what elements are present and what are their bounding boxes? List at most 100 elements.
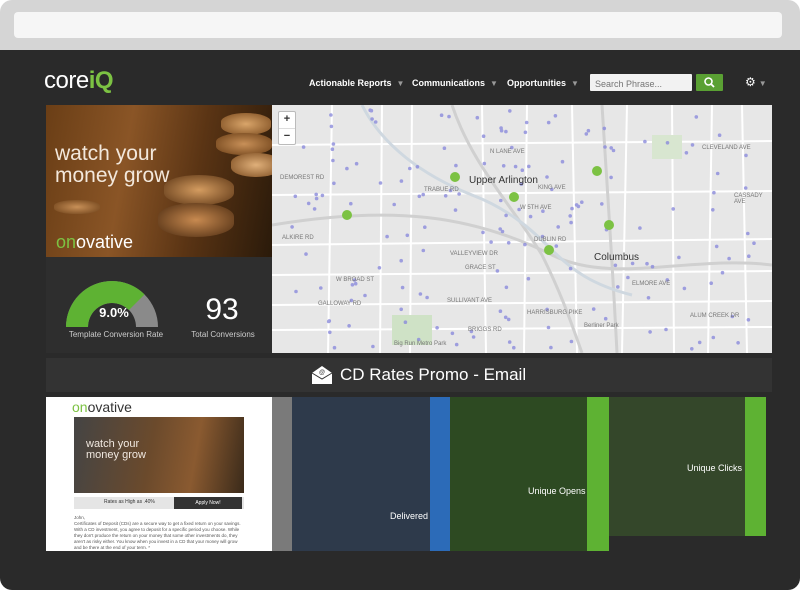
map-data-dot — [369, 108, 374, 113]
map-data-dot — [425, 295, 429, 300]
nav-opportunities[interactable]: Opportunities ▼ — [507, 78, 579, 88]
map-data-dot — [638, 226, 642, 230]
brand-accent: on — [72, 399, 88, 415]
app-logo[interactable]: coreiQ — [44, 67, 114, 95]
search-input[interactable] — [590, 75, 696, 93]
map-data-dot — [584, 132, 589, 136]
map-data-dot — [506, 241, 511, 245]
map-data-dot — [714, 244, 719, 249]
map-data-dot — [711, 335, 716, 340]
map-data-dot — [503, 315, 508, 320]
map-data-dot — [417, 194, 422, 199]
coin-stack-image — [164, 175, 234, 205]
map-data-dot — [569, 339, 574, 344]
nav-actionable-reports[interactable]: Actionable Reports ▼ — [309, 78, 404, 88]
map-data-dot — [454, 163, 458, 168]
map-data-dot — [643, 139, 647, 144]
map-data-dot — [554, 244, 559, 248]
map-data-dot — [508, 109, 512, 113]
coin-image — [54, 200, 100, 214]
map-data-dot — [520, 168, 525, 172]
map-data-dot — [746, 318, 751, 322]
funnel-clicks-bar[interactable] — [745, 397, 766, 536]
map-data-dot — [331, 142, 336, 146]
map-data-dot — [523, 242, 527, 247]
map-data-dot — [499, 128, 504, 133]
map-data-dot — [528, 214, 533, 219]
address-bar[interactable] — [14, 12, 782, 38]
map-label: TRABUE RD — [424, 187, 459, 193]
map-data-dot — [501, 164, 506, 168]
map-data-dot — [453, 208, 458, 212]
map-data-dot — [591, 307, 596, 311]
nav-label: Actionable Reports — [309, 78, 392, 88]
map-label: DEMOREST RD — [280, 175, 325, 181]
map-data-dot — [481, 134, 486, 138]
funnel-label-delivered: Delivered — [390, 511, 429, 521]
chevron-down-icon: ▼ — [490, 79, 498, 88]
map-data-dot — [752, 241, 756, 245]
map-data-dot — [570, 206, 574, 211]
coin-stack-image — [221, 113, 271, 135]
funnel-opens-area — [450, 397, 587, 551]
promo-headline-line2: money grow — [55, 164, 170, 187]
map-data-dot — [319, 286, 323, 290]
map-data-dot — [332, 345, 337, 350]
email-preview[interactable]: onovative watch your money grow Rates as… — [46, 397, 272, 551]
map-label: ALUM CREEK DR — [690, 313, 740, 319]
map-data-dot — [489, 240, 493, 244]
chevron-down-icon: ▼ — [571, 79, 579, 88]
chevron-down-icon: ▼ — [396, 79, 405, 88]
apply-now-button[interactable]: Apply Now! — [174, 497, 242, 509]
email-banner-image: watch your money grow — [74, 417, 244, 493]
conversion-stats: 9.0% Template Conversion Rate 93 Total C… — [46, 257, 272, 353]
map-panel[interactable]: + − Upper Arlington Columbus Big Run Met… — [272, 105, 772, 353]
map-data-dot — [504, 129, 508, 134]
zoom-out-button[interactable]: − — [279, 129, 295, 145]
funnel-opens-bar[interactable] — [587, 397, 609, 551]
conversion-rate-value: 9.0% — [99, 305, 129, 320]
funnel-delivered-bar[interactable] — [430, 397, 450, 551]
funnel-delivered-area — [292, 397, 430, 551]
search-button[interactable] — [696, 74, 723, 91]
map-data-dot — [611, 148, 616, 153]
map-data-dot — [648, 330, 652, 334]
map-data-dot — [545, 175, 549, 179]
email-brand-logo: onovative — [72, 399, 132, 415]
map-label: N LANE AVE — [490, 149, 525, 155]
map-data-dot — [350, 283, 355, 287]
conversion-rate-label: Template Conversion Rate — [68, 330, 164, 339]
promo-headline-line1: watch your — [55, 142, 157, 165]
map-label: VALLEYVIEW DR — [450, 251, 498, 257]
map-label: Big Run Metro Park — [394, 341, 447, 347]
onovative-logo: onovative — [56, 232, 133, 253]
map-data-dot — [454, 342, 459, 347]
map-data-dot — [568, 266, 573, 271]
map-label: GALLOWAY RD — [318, 301, 362, 307]
total-conversions-label: Total Conversions — [191, 330, 255, 339]
coin-stack-image — [216, 133, 272, 155]
brand-rest: ovative — [87, 399, 132, 415]
email-campaign-title: CD Rates Promo - Email — [340, 365, 527, 384]
map-data-dot — [690, 143, 695, 147]
map-data-dot — [328, 330, 332, 335]
map-label: Berliner Park — [584, 323, 619, 329]
map-data-dot — [709, 281, 713, 285]
zoom-in-button[interactable]: + — [279, 112, 295, 129]
map-data-dot — [314, 192, 318, 197]
map-data-dot — [330, 147, 335, 151]
map-data-dot — [664, 327, 668, 332]
map-data-dot — [600, 202, 604, 206]
map-data-dot — [349, 201, 353, 206]
map-data-dot — [373, 120, 378, 124]
map-data-dot — [326, 319, 331, 324]
map-data-dot — [546, 325, 551, 330]
email-banner-headline: watch your money grow — [86, 439, 146, 461]
settings-menu[interactable]: ⚙ ▼ — [745, 75, 767, 89]
map-data-dot — [744, 153, 748, 158]
email-rate-text: Rates as High as .40% — [104, 499, 155, 505]
map-data-dot — [331, 158, 335, 163]
nav-communications[interactable]: Communications ▼ — [412, 78, 498, 88]
conversion-gauge — [66, 281, 158, 327]
map-data-dot — [665, 141, 670, 145]
